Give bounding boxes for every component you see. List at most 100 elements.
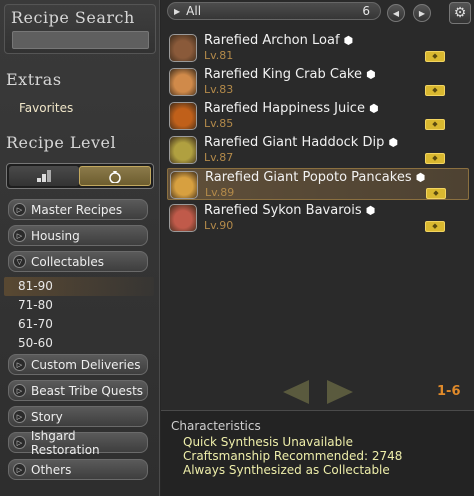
collectable-cube-icon: ⬢ [343,34,354,47]
level-61-70[interactable]: 61-70 [18,317,53,331]
bavarois-icon [169,204,197,232]
category-label: Beast Tribe Quests [31,383,144,398]
recipe-level-title: Recipe Level [6,133,117,152]
recipe-name-text: Rarefied Sykon Bavarois [204,203,362,218]
recipe-name-text: Rarefied King Crab Cake [204,67,362,82]
recipe-level: Lv.90 [204,219,234,232]
recipe-search-title: Recipe Search [11,8,135,27]
recipe-name-text: Rarefied Giant Popoto Pancakes [205,170,412,185]
category-label: Others [31,462,72,477]
collectable-cube-icon: ⬢ [415,171,426,184]
recipe-name: Rarefied Sykon Bavarois ⬢ [204,203,375,218]
category-label: Collectables [31,254,105,269]
category-label: Story [31,409,63,424]
recipe-list-panel: ▶ All 6 ◀ ▶ ⚙ Rarefied Archon Loaf ⬢ Lv.81… [161,0,474,496]
chevron-right-icon: ▷ [13,436,26,449]
level-50-60[interactable]: 50-60 [18,336,53,350]
category-collectables[interactable]: ▽ Collectables [8,251,148,272]
collectable-cube-icon: ⬢ [365,204,376,217]
filter-count: 6 [362,4,370,18]
recipe-name-text: Rarefied Archon Loaf [204,33,340,48]
chevron-left-icon: ◀ [392,8,400,18]
category-label: Master Recipes [31,202,123,217]
recipe-row[interactable]: Rarefied Giant Popoto Pancakes ⬢ Lv.89 ◆ [167,168,469,200]
page-range: 1-6 [437,384,461,399]
collectable-badge-icon: ◆ [425,221,445,232]
category-ishgard-restoration[interactable]: ▷ Ishgard Restoration [8,429,148,457]
characteristics-panel: Characteristics Quick Synthesis Unavaila… [161,410,474,496]
page-next-arrow[interactable] [327,380,353,404]
category-label: Housing [31,228,80,243]
recipe-name: Rarefied Archon Loaf ⬢ [204,33,353,48]
recipe-level: Lv.89 [205,186,235,199]
collectable-badge-icon: ◆ [426,188,446,199]
category-beast-tribe-quests[interactable]: ▷ Beast Tribe Quests [8,380,148,401]
page-prev-arrow[interactable] [283,380,309,404]
level-toggle [6,163,154,189]
search-input[interactable] [12,31,149,49]
chevron-down-icon: ▽ [13,255,26,268]
chevron-right-icon: ▷ [13,203,26,216]
characteristics-title: Characteristics [171,419,261,433]
recipe-row[interactable]: Rarefied Giant Haddock Dip ⬢ Lv.87 ◆ [167,134,469,166]
level-81-90[interactable]: 81-90 [18,279,53,293]
recipe-level: Lv.87 [204,151,234,164]
recipe-name: Rarefied King Crab Cake ⬢ [204,67,376,82]
chevron-right-icon: ▷ [13,463,26,476]
recipe-name-text: Rarefied Happiness Juice [204,101,365,116]
recipe-name: Rarefied Giant Haddock Dip ⬢ [204,135,398,150]
characteristic-line: Craftsmanship Recommended: 2748 [183,449,403,463]
filter-label: All [186,4,202,18]
dip-icon [169,136,197,164]
category-master-recipes[interactable]: ▷ Master Recipes [8,199,148,220]
money-bag-icon [109,171,121,183]
crab-cake-icon [169,68,197,96]
bread-icon [169,34,197,62]
category-label: Custom Deliveries [31,357,141,372]
filter-dropdown[interactable]: ▶ All 6 [167,2,381,20]
left-panel: Recipe Search Extras Favorites Recipe Le… [0,0,160,496]
collectable-cube-icon: ⬢ [388,136,398,149]
pancake-icon [170,171,198,199]
recipe-name: Rarefied Happiness Juice ⬢ [204,101,379,116]
recipe-name-text: Rarefied Giant Haddock Dip [204,135,385,150]
recipe-row[interactable]: Rarefied Archon Loaf ⬢ Lv.81 ◆ [167,32,469,64]
category-label: Ishgard Restoration [30,428,100,457]
collectable-badge-icon: ◆ [425,51,445,62]
characteristic-line: Always Synthesized as Collectable [183,463,390,477]
chevron-right-icon: ▷ [13,229,26,242]
extras-title: Extras [6,70,62,89]
collectable-cube-icon: ⬢ [365,68,376,81]
collectable-badge-icon: ◆ [425,85,445,96]
next-filter-button[interactable]: ▶ [413,4,431,22]
prev-filter-button[interactable]: ◀ [387,4,405,22]
favorites-link[interactable]: Favorites [19,101,73,115]
collectable-cube-icon: ⬢ [368,102,379,115]
gil-bag-button[interactable] [79,166,151,186]
settings-button[interactable]: ⚙ [449,2,471,24]
category-custom-deliveries[interactable]: ▷ Custom Deliveries [8,354,148,375]
juice-icon [169,102,197,130]
chevron-right-icon: ▷ [13,358,26,371]
recipe-row[interactable]: Rarefied Happiness Juice ⬢ Lv.85 ◆ [167,100,469,132]
recipe-level: Lv.85 [204,117,234,130]
chevron-right-icon: ▷ [13,410,26,423]
gear-icon: ⚙ [453,5,467,21]
level-71-80[interactable]: 71-80 [18,298,53,312]
recipe-row[interactable]: Rarefied King Crab Cake ⬢ Lv.83 ◆ [167,66,469,98]
category-housing[interactable]: ▷ Housing [8,225,148,246]
collectable-badge-icon: ◆ [425,153,445,164]
chevron-right-icon: ▶ [418,8,426,18]
recipe-level: Lv.81 [204,49,234,62]
category-others[interactable]: ▷ Others [8,459,148,480]
recipe-name: Rarefied Giant Popoto Pancakes ⬢ [205,170,425,185]
recipe-level: Lv.83 [204,83,234,96]
steps-icon [37,170,51,182]
collectable-badge-icon: ◆ [425,119,445,130]
chevron-right-icon: ▷ [13,384,26,397]
category-story[interactable]: ▷ Story [8,406,148,427]
triangle-right-icon: ▶ [174,6,181,16]
recipe-row[interactable]: Rarefied Sykon Bavarois ⬢ Lv.90 ◆ [167,202,469,234]
characteristic-line: Quick Synthesis Unavailable [183,435,353,449]
level-steps-button[interactable] [9,166,79,186]
